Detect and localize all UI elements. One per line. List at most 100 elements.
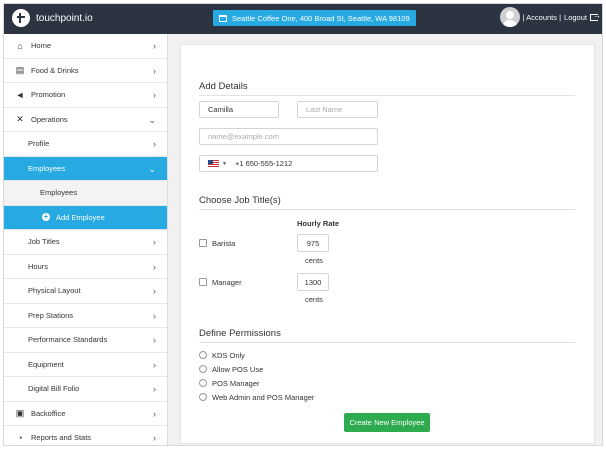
chevron-down-icon: ⌄ [148, 163, 156, 174]
job-title-heading: Choose Job Title(s) [199, 195, 281, 206]
sidebar-item-hours[interactable]: Hours › [4, 254, 167, 279]
chevron-right-icon: › [153, 310, 156, 321]
kds-only-radio[interactable] [199, 351, 207, 359]
sidebar-item-label: Digital Bill Folio [28, 384, 80, 394]
phone-value: +1 650-555-1212 [234, 159, 293, 168]
sidebar-item-promotion[interactable]: ◄ Promotion › [4, 83, 167, 108]
chevron-right-icon: › [153, 139, 156, 149]
create-employee-button[interactable]: Create New Employee [344, 413, 430, 432]
phone-field[interactable]: ▼ +1 650-555-1212 [199, 155, 378, 172]
kds-only-label: KDS Only [212, 351, 245, 360]
divider [199, 342, 575, 343]
brand-name: touchpoint.io [36, 12, 93, 24]
home-icon: ⌂ [17, 40, 23, 51]
barista-rate-unit: cents [305, 256, 323, 265]
sidebar-item-label: Operations [31, 114, 68, 124]
sidebar-item-backoffice[interactable]: ▣ Backoffice › [4, 402, 167, 426]
accounts-link[interactable]: | Accounts | [523, 13, 562, 22]
sidebar-item-job-titles[interactable]: Job Titles › [4, 230, 167, 255]
manager-label: Manager [212, 278, 242, 287]
logout-link[interactable]: Logout [564, 13, 587, 22]
web-admin-label: Web Admin and POS Manager [212, 393, 315, 402]
location-label: Seattle Coffee One, 400 Broad St, Seattl… [232, 13, 410, 23]
chevron-right-icon: › [153, 90, 156, 100]
sidebar-nav: ⌂ Home › ▤ Food & Drinks › ◄ Promotion ›… [4, 34, 168, 445]
divider [199, 209, 575, 210]
sidebar-item-reports-stats[interactable]: ◔ Reports and Stats › [4, 426, 167, 445]
chevron-right-icon: › [153, 286, 156, 296]
first-name-field[interactable]: Camilla [199, 101, 279, 118]
store-icon [219, 14, 227, 22]
sidebar-item-home[interactable]: ⌂ Home › [4, 34, 167, 59]
sidebar-item-equipment[interactable]: Equipment › [4, 352, 167, 377]
add-details-heading: Add Details [199, 81, 248, 92]
barista-checkbox[interactable] [199, 239, 207, 247]
sidebar-item-label: Add Employee [56, 212, 105, 222]
top-bar: touchpoint.io Seattle Coffee One, 400 Br… [4, 4, 602, 34]
book-icon: ▤ [15, 64, 25, 75]
manager-rate-input[interactable]: 1300 [297, 273, 329, 291]
allow-pos-radio[interactable] [199, 365, 207, 373]
chevron-right-icon: › [153, 65, 156, 76]
barista-label: Barista [212, 239, 236, 248]
divider [199, 95, 575, 96]
user-menu: | Accounts | Logout [499, 7, 601, 27]
chevron-right-icon: › [153, 261, 156, 272]
sidebar-item-employees-list[interactable]: Employees [4, 181, 167, 206]
pos-manager-label: POS Manager [212, 379, 260, 388]
barista-rate-input[interactable]: 975 [297, 234, 329, 252]
chevron-right-icon: › [153, 41, 156, 51]
sidebar-item-physical-layout[interactable]: Physical Layout › [4, 279, 167, 304]
chevron-right-icon: › [153, 237, 156, 247]
sidebar-item-employees[interactable]: Employees ⌄ [4, 156, 167, 181]
add-employee-form: Add Details Camilla Last Name name@examp… [180, 44, 595, 444]
sidebar-item-label: Food & Drinks [31, 65, 79, 75]
sidebar-item-label: Employees [40, 188, 78, 198]
sidebar-item-label: Physical Layout [28, 286, 81, 296]
manager-checkbox[interactable] [199, 278, 207, 286]
last-name-field[interactable]: Last Name [297, 101, 378, 118]
plus-circle-icon: + [42, 212, 50, 222]
sidebar-item-label: Employees [28, 163, 66, 173]
sidebar-item-label: Profile [28, 139, 50, 149]
sidebar-item-label: Promotion [31, 90, 66, 100]
sidebar-item-label: Hours [28, 261, 49, 271]
pos-manager-radio[interactable] [199, 379, 207, 387]
sidebar-item-operations[interactable]: ✕ Operations ⌄ [4, 108, 167, 132]
hourly-rate-header: Hourly Rate [297, 219, 340, 228]
app-window: touchpoint.io Seattle Coffee One, 400 Br… [3, 3, 603, 446]
sidebar-item-profile[interactable]: Profile › [4, 132, 167, 157]
sidebar-item-add-employee[interactable]: + Add Employee [4, 205, 167, 230]
chevron-right-icon: › [153, 408, 156, 419]
sidebar-item-label: Prep Stations [28, 310, 74, 320]
email-field[interactable]: name@example.com [199, 128, 378, 145]
briefcase-icon: ▣ [15, 407, 25, 418]
chevron-right-icon: › [153, 335, 156, 345]
gauge-icon: ◔ [17, 432, 23, 443]
sidebar-item-label: Job Titles [28, 237, 60, 247]
location-selector[interactable]: Seattle Coffee One, 400 Broad St, Seattl… [213, 10, 416, 26]
sidebar-item-digital-bill-folio[interactable]: Digital Bill Folio › [4, 377, 167, 402]
chevron-down-icon: ⌄ [148, 114, 156, 125]
sidebar-item-prep-stations[interactable]: Prep Stations › [4, 303, 167, 328]
sidebar-item-food-drinks[interactable]: ▤ Food & Drinks › [4, 59, 167, 83]
megaphone-icon: ◄ [15, 89, 25, 100]
permissions-heading: Define Permissions [199, 328, 281, 339]
sidebar-item-label: Backoffice [31, 408, 66, 418]
sidebar-item-label: Equipment [28, 359, 64, 369]
chevron-right-icon: › [153, 359, 156, 370]
chevron-right-icon: › [153, 433, 156, 443]
caret-down-icon[interactable]: ▼ [222, 161, 227, 167]
manager-rate-unit: cents [305, 295, 323, 304]
touchpoint-logo-icon [12, 9, 30, 27]
allow-pos-label: Allow POS Use [212, 365, 264, 374]
avatar[interactable] [499, 7, 520, 27]
sidebar-item-performance-standards[interactable]: Performance Standards › [4, 328, 167, 353]
logout-icon[interactable] [590, 11, 601, 21]
us-flag-icon[interactable] [208, 160, 219, 167]
sidebar-item-label: Performance Standards [28, 335, 108, 345]
brand-logo[interactable]: touchpoint.io [12, 9, 93, 27]
web-admin-radio[interactable] [199, 393, 207, 401]
sidebar-item-label: Home [31, 41, 52, 51]
chevron-right-icon: › [153, 384, 156, 394]
